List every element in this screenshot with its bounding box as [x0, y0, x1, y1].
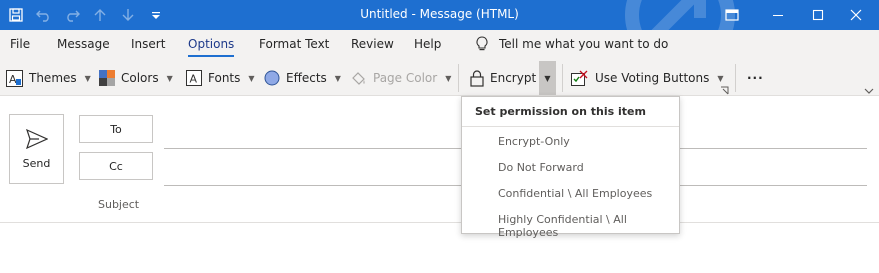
tab-message[interactable]: Message — [57, 37, 110, 51]
send-label: Send — [22, 156, 51, 170]
encrypt-button[interactable]: Encrypt — [470, 67, 536, 89]
menu-item-do-not-forward[interactable]: Do Not Forward — [498, 161, 584, 174]
tab-file[interactable]: File — [10, 37, 30, 51]
message-body-divider — [0, 222, 879, 223]
voting-buttons-button[interactable]: Use Voting Buttons ▼ — [571, 67, 724, 89]
ribbon-separator — [735, 64, 736, 92]
tab-review[interactable]: Review — [351, 37, 394, 51]
effects-button[interactable]: Effects ▼ — [264, 67, 341, 89]
ribbon-separator — [458, 64, 459, 92]
effects-label: Effects — [286, 71, 327, 85]
close-icon[interactable] — [833, 0, 879, 30]
tab-options[interactable]: Options — [188, 37, 235, 57]
encrypt-label: Encrypt — [490, 71, 537, 85]
colors-button[interactable]: Colors ▼ — [99, 67, 173, 89]
themes-button[interactable]: A Themes ▼ — [6, 67, 91, 89]
page-color-button[interactable]: Page Color ▼ — [350, 67, 451, 89]
effects-icon — [264, 70, 280, 86]
ribbon-display-icon[interactable] — [709, 0, 755, 30]
fonts-button[interactable]: A Fonts ▼ — [186, 67, 255, 89]
collapse-ribbon-icon[interactable] — [864, 84, 874, 98]
lightbulb-icon — [476, 36, 488, 51]
subject-label: Subject — [98, 198, 140, 211]
voting-buttons-label: Use Voting Buttons — [595, 71, 710, 85]
more-options-button[interactable]: ··· — [747, 67, 764, 89]
themes-label: Themes — [29, 71, 77, 85]
menu-item-highly-confidential[interactable]: Highly Confidential \ All Employees — [498, 213, 679, 239]
cc-button[interactable]: Cc — [79, 152, 153, 180]
svg-text:A: A — [190, 73, 198, 86]
tell-me-search[interactable]: Tell me what you want to do — [475, 36, 668, 52]
page-color-label: Page Color — [373, 71, 438, 85]
send-icon — [25, 128, 48, 149]
tab-insert[interactable]: Insert — [131, 37, 165, 51]
encrypt-dropdown-button[interactable]: ▼ — [539, 61, 556, 95]
dialog-launcher-icon[interactable] — [720, 84, 729, 98]
send-button[interactable]: Send — [9, 114, 64, 184]
menu-header: Set permission on this item — [462, 97, 679, 127]
ribbon-commands: A Themes ▼ Colors ▼ A Fonts ▼ Effects ▼ Page… — [0, 60, 879, 96]
fonts-label: Fonts — [208, 71, 241, 85]
menu-item-encrypt-only[interactable]: Encrypt-Only — [498, 135, 570, 148]
tab-format-text[interactable]: Format Text — [259, 37, 329, 51]
themes-icon: A — [6, 69, 23, 87]
voting-icon — [571, 70, 588, 86]
tab-help[interactable]: Help — [414, 37, 441, 51]
to-button[interactable]: To — [79, 115, 153, 143]
title-bar: Untitled - Message (HTML) — [0, 0, 879, 30]
colors-label: Colors — [121, 71, 159, 85]
ribbon-separator — [562, 64, 563, 92]
lock-icon — [470, 69, 484, 87]
colors-icon — [99, 70, 115, 86]
ribbon-tabs: File Message Insert Options Format Text … — [0, 30, 879, 60]
chevron-down-icon: ▼ — [544, 73, 551, 83]
fonts-icon: A — [186, 70, 202, 86]
paint-bucket-icon — [352, 71, 365, 85]
tell-me-text: Tell me what you want to do — [499, 37, 669, 51]
menu-item-confidential[interactable]: Confidential \ All Employees — [498, 187, 652, 200]
encrypt-permission-menu: Set permission on this item Encrypt-Only… — [461, 96, 680, 239]
svg-text:A: A — [9, 73, 17, 86]
